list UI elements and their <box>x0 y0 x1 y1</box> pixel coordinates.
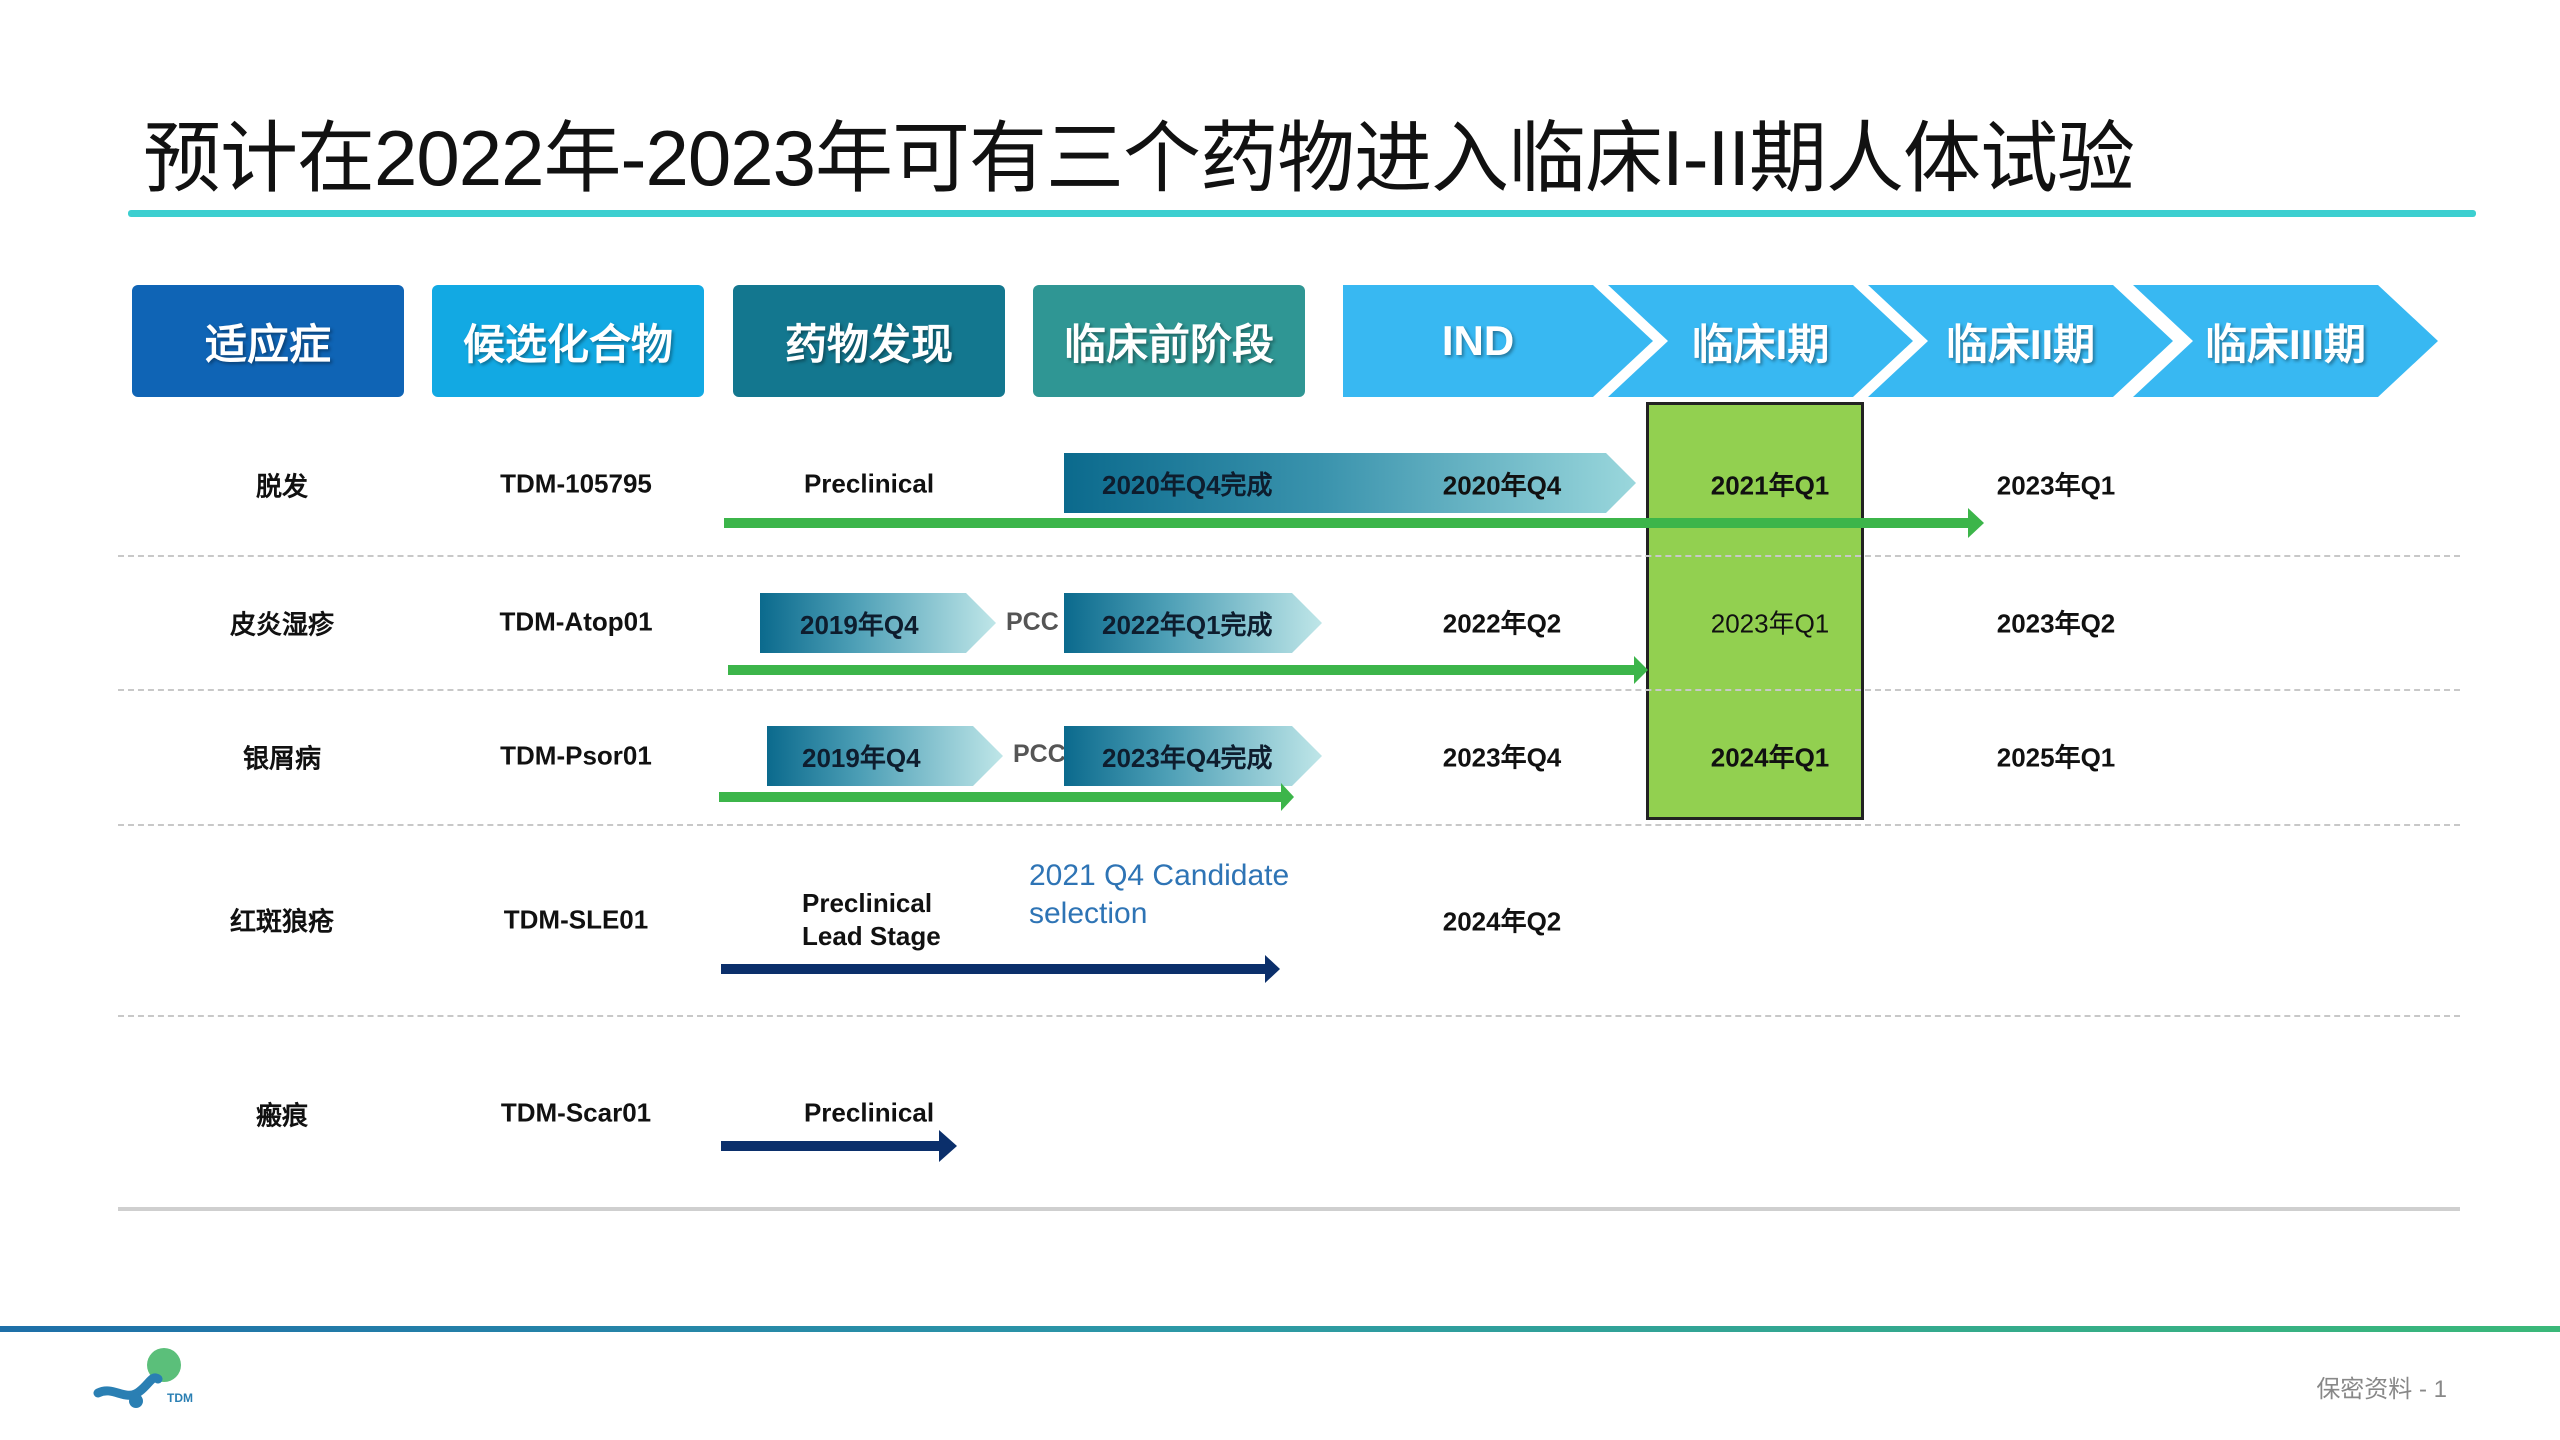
row2-progress-arrow <box>728 656 1648 684</box>
row5-progress-arrow <box>721 1130 957 1162</box>
row4-progress-arrow <box>721 955 1280 983</box>
footer-confidential: 保密资料 - 1 <box>2316 1376 2447 1403</box>
footer-bar <box>0 1326 2560 1332</box>
row1-progress-arrow <box>724 508 1984 538</box>
progress-arrows <box>719 508 1984 1162</box>
row3-progress-arrow <box>719 783 1294 811</box>
logo-wordmark: TDM <box>167 1391 193 1405</box>
